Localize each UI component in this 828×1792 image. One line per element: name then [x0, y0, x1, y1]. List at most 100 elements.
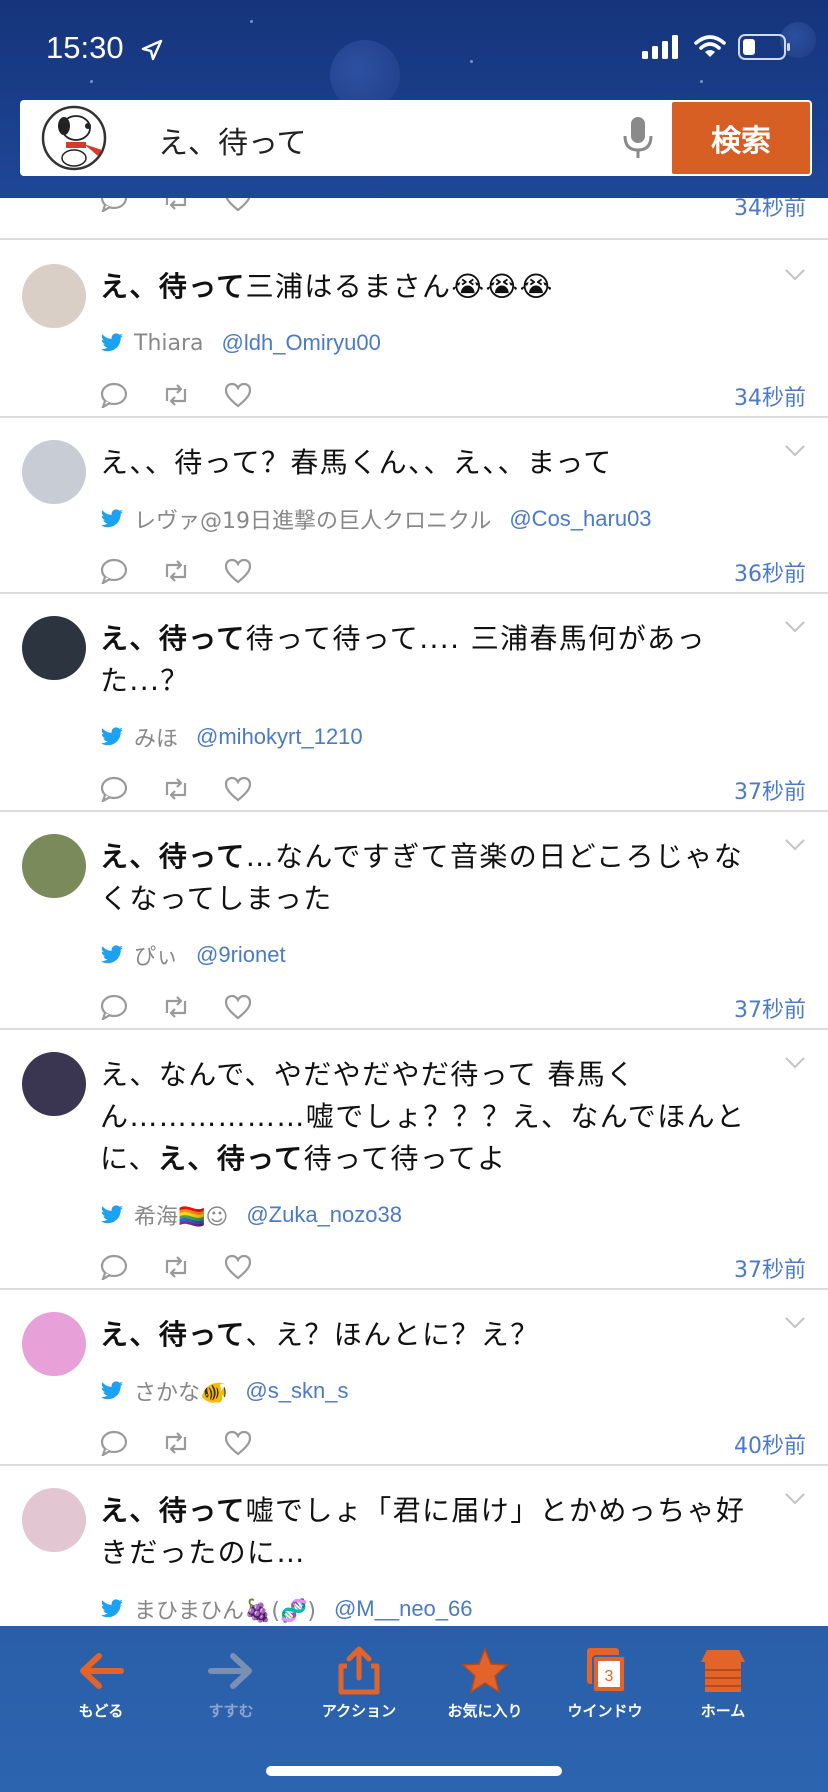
reply-icon[interactable]: [100, 1254, 128, 1280]
status-indicators: [642, 34, 792, 60]
chevron-down-icon[interactable]: [784, 1492, 806, 1506]
author-handle[interactable]: @Cos_haru03: [509, 506, 651, 532]
tweet-text-part: 待って待ってよ: [303, 1142, 507, 1175]
tweet-keyword: え、待って: [100, 622, 246, 655]
author-handle[interactable]: @mihokyrt_1210: [196, 724, 363, 750]
tweet-actions: [100, 198, 252, 214]
twitter-bird-icon: [101, 945, 123, 964]
author-name: Thiara: [134, 330, 204, 356]
tweet-author[interactable]: みほ @mihokyrt_1210: [100, 722, 363, 752]
like-icon[interactable]: [224, 776, 252, 802]
tweet-row[interactable]: え、、待って？春馬くん、、え、、まって レヴァ@19日進撃の巨人クロニクル @C…: [0, 418, 828, 594]
reply-icon[interactable]: [100, 198, 128, 212]
search-button[interactable]: 検索: [672, 102, 810, 174]
retweet-icon[interactable]: [162, 382, 190, 408]
author-name: 希海🏳️‍🌈☺︎: [134, 1205, 229, 1230]
reply-icon[interactable]: [100, 382, 128, 408]
search-input[interactable]: え、待って: [158, 118, 307, 162]
author-handle[interactable]: @s_skn_s: [245, 1378, 348, 1404]
tweet-author[interactable]: ぴぃ @9rionet: [100, 940, 286, 970]
reply-icon[interactable]: [100, 558, 128, 584]
app-header: 15:30 え、待って 検索: [0, 0, 828, 198]
action-button[interactable]: アクション: [304, 1646, 414, 1721]
reply-icon[interactable]: [100, 994, 128, 1020]
tweet-row[interactable]: え、待って、え？ほんとに？え？ さかな🐠 @s_skn_s 40秒前: [0, 1290, 828, 1466]
reply-icon[interactable]: [100, 1430, 128, 1456]
tweet-author[interactable]: 希海🏳️‍🌈☺︎ @Zuka_nozo38: [100, 1200, 402, 1230]
twitter-bird-icon: [101, 1599, 123, 1618]
author-handle[interactable]: @ldh_Omiryu00: [222, 330, 381, 356]
retweet-icon[interactable]: [162, 558, 190, 584]
like-icon[interactable]: [224, 1430, 252, 1456]
tweet-row[interactable]: え、待って嘘でしょ「君に届け」とかめっちゃ好きだったのに… まひまひん🍇(🧬) …: [0, 1466, 828, 1626]
cellular-signal-icon: [642, 35, 678, 59]
avatar[interactable]: [22, 264, 86, 328]
tweet-author[interactable]: レヴァ@19日進撃の巨人クロニクル @Cos_haru03: [100, 504, 652, 534]
tweet-time: 37秒前: [734, 780, 806, 805]
tweet-text-part: 、え？ほんとに？え？: [245, 1318, 540, 1351]
tweet-keyword: え、待って: [100, 1318, 246, 1351]
author-handle[interactable]: @9rionet: [196, 942, 286, 968]
tweet-text-part: え、、待って？春馬くん、、え、、まって: [100, 446, 613, 479]
search-bar: え、待って 検索: [20, 100, 812, 176]
like-icon[interactable]: [224, 994, 252, 1020]
chevron-down-icon[interactable]: [784, 838, 806, 852]
home-indicator[interactable]: [266, 1766, 562, 1776]
avatar[interactable]: [22, 616, 86, 680]
avatar[interactable]: [22, 834, 86, 898]
status-time: 15:30: [46, 30, 124, 65]
author-name: レヴァ@19日進撃の巨人クロニクル: [134, 509, 492, 534]
author-handle[interactable]: @M__neo_66: [334, 1596, 473, 1622]
retweet-icon[interactable]: [162, 198, 190, 212]
tweet-time: 36秒前: [734, 562, 806, 587]
chevron-down-icon[interactable]: [784, 268, 806, 282]
tweet-author[interactable]: さかな🐠 @s_skn_s: [100, 1376, 348, 1406]
tweet-partial: 34秒前: [0, 198, 828, 240]
retweet-icon[interactable]: [162, 776, 190, 802]
retweet-icon[interactable]: [162, 1254, 190, 1280]
retweet-icon[interactable]: [162, 994, 190, 1020]
tweet-text: え、、待って？春馬くん、、え、、まって: [100, 442, 770, 484]
tweet-time: 37秒前: [734, 998, 806, 1023]
tweet-text: え、待って嘘でしょ「君に届け」とかめっちゃ好きだったのに…: [100, 1490, 770, 1574]
tweet-row[interactable]: え、待って…なんですぎて音楽の日どころじゃなくなってしまった ぴぃ @9rion…: [0, 812, 828, 1030]
favorites-button[interactable]: お気に入り: [430, 1646, 540, 1721]
author-handle[interactable]: @Zuka_nozo38: [246, 1202, 402, 1228]
chevron-down-icon[interactable]: [784, 1316, 806, 1330]
tweet-row[interactable]: え、なんで、やだやだやだ待って 春馬くん………………嘘でしょ？？？え、なんでほん…: [0, 1030, 828, 1290]
like-icon[interactable]: [224, 382, 252, 408]
tweet-row[interactable]: え、待って待って待って.... 三浦春馬何があった...？ みほ @mihoky…: [0, 594, 828, 812]
home-button[interactable]: ホーム: [668, 1646, 778, 1721]
avatar[interactable]: [22, 1488, 86, 1552]
avatar[interactable]: [22, 1312, 86, 1376]
microphone-icon[interactable]: [618, 114, 658, 162]
retweet-icon[interactable]: [162, 1430, 190, 1456]
avatar[interactable]: [22, 1052, 86, 1116]
tweet-text: え、待って待って待って.... 三浦春馬何があった...？: [100, 618, 770, 702]
chevron-down-icon[interactable]: [784, 1056, 806, 1070]
author-name: ぴぃ: [134, 945, 179, 970]
avatar[interactable]: [22, 440, 86, 504]
reply-icon[interactable]: [100, 776, 128, 802]
chevron-down-icon[interactable]: [784, 620, 806, 634]
tweet-actions: [100, 1428, 252, 1458]
like-icon[interactable]: [224, 198, 252, 212]
chevron-down-icon[interactable]: [784, 444, 806, 458]
tweet-row[interactable]: え、待って三浦はるまさん😭😭😭 Thiara @ldh_Omiryu00 34秒…: [0, 240, 828, 418]
tweet-author[interactable]: Thiara @ldh_Omiryu00: [100, 328, 381, 358]
tweet-time: 37秒前: [734, 1258, 806, 1283]
twitter-bird-icon: [101, 509, 123, 528]
back-arrow-icon: [80, 1653, 124, 1689]
forward-button[interactable]: すすむ: [176, 1646, 286, 1721]
tweet-keyword: え、待って: [100, 1494, 246, 1527]
window-button[interactable]: 3 ウインドウ: [550, 1646, 660, 1721]
like-icon[interactable]: [224, 1254, 252, 1280]
tweet-author[interactable]: まひまひん🍇(🧬) @M__neo_66: [100, 1594, 473, 1624]
like-icon[interactable]: [224, 558, 252, 584]
back-button[interactable]: もどる: [46, 1646, 156, 1721]
snoopy-astronaut-logo: [41, 105, 107, 171]
twitter-bird-icon: [101, 1381, 123, 1400]
location-arrow-icon: [141, 39, 163, 61]
tweet-feed[interactable]: 34秒前 え、待って三浦はるまさん😭😭😭 Thiara @ldh_Omiryu0…: [0, 198, 828, 1626]
tweet-text: え、なんで、やだやだやだ待って 春馬くん………………嘘でしょ？？？え、なんでほん…: [100, 1054, 770, 1180]
